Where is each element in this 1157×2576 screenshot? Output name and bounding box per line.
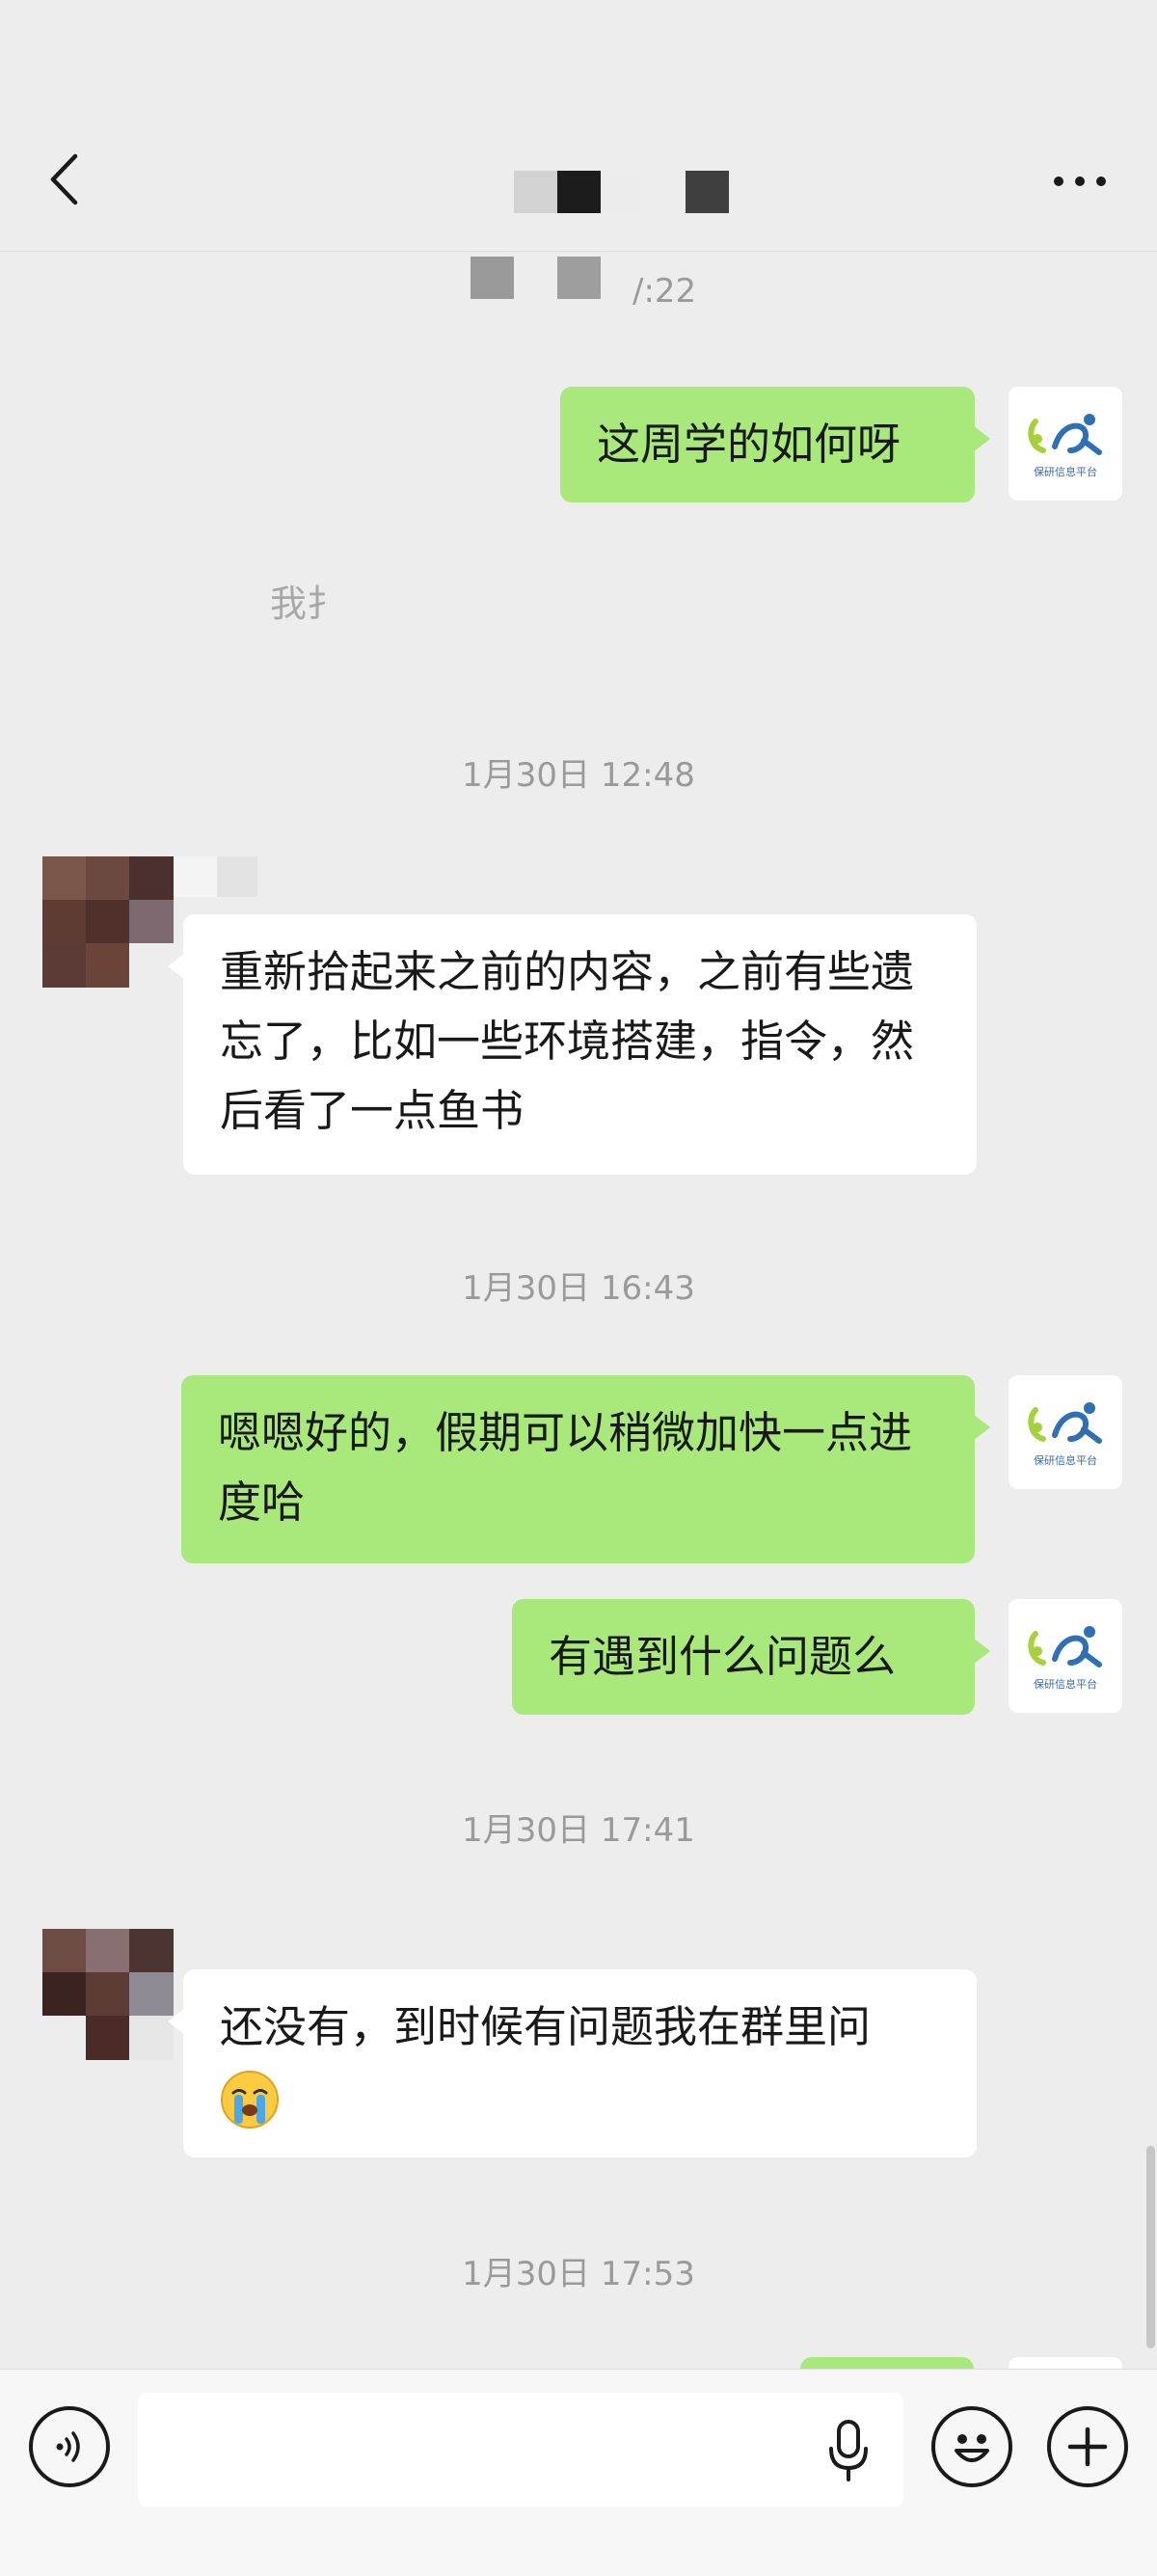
timestamp: 1月30日 17:41 <box>462 1811 695 1850</box>
voice-icon <box>56 2431 80 2462</box>
timestamp: 1月30日 16:43 <box>462 1269 695 1308</box>
recalled-message-hint: 我扌 <box>270 583 344 625</box>
message-input[interactable] <box>138 2393 903 2507</box>
my-avatar[interactable]: 保研信息平台 <box>1009 387 1122 501</box>
my-avatar[interactable]: 保研信息平台 <box>1009 1375 1122 1489</box>
message-text: 有遇到什么问题么 <box>549 1631 897 1682</box>
avatar-caption: 保研信息平台 <box>1034 466 1097 478</box>
timestamp: 1月30日 12:48 <box>462 756 695 795</box>
message-text: 这周学的如何呀 <box>597 419 901 470</box>
contact-message-bubble[interactable]: 重新拾起来之前的内容，之前有些遗忘了，比如一些环境搭建，指令，然后看了一点鱼书 <box>168 914 977 1175</box>
logo-icon <box>1028 1626 1102 1668</box>
message-text: 重新拾起来之前的内容，之前有些遗忘了，比如一些环境搭建，指令，然后看了一点鱼书 <box>220 946 915 1136</box>
message-text: 嗯嗯好的，假期可以稍微加快一点进度哈 <box>218 1407 913 1528</box>
my-message-bubble[interactable]: 这周学的如何呀 <box>560 387 990 502</box>
input-bar <box>0 2369 1157 2576</box>
plus-button[interactable] <box>1047 2406 1128 2487</box>
contact-message-bubble[interactable]: 还没有，到时候有问题我在群里问 <box>168 1969 977 2157</box>
voice-button[interactable] <box>29 2406 110 2487</box>
more-options-button[interactable] <box>1041 154 1118 208</box>
avatar-caption: 保研信息平台 <box>1034 1678 1097 1691</box>
avatar-caption: 保研信息平台 <box>1034 1454 1097 1467</box>
logo-icon <box>1028 1402 1102 1444</box>
back-button[interactable] <box>39 145 89 214</box>
message-text: 还没有，到时候有问题我在群里问 <box>220 2001 872 2052</box>
crying-face-icon <box>221 2071 279 2129</box>
my-message-bubble[interactable]: 嗯嗯好的，假期可以稍微加快一点进度哈 <box>181 1375 990 1563</box>
contact-avatar[interactable] <box>42 856 174 988</box>
logo-icon <box>1028 414 1102 455</box>
chevron-left-icon <box>50 153 78 205</box>
scrollbar[interactable] <box>1146 2146 1155 2348</box>
my-avatar[interactable]: 保研信息平台 <box>1009 1599 1122 1713</box>
contact-avatar[interactable] <box>42 1929 174 2060</box>
partial-timestamp-text: /:22 <box>632 272 697 311</box>
smiley-icon <box>955 2434 989 2462</box>
chat-header <box>0 0 1157 252</box>
emoji-button[interactable] <box>931 2406 1012 2487</box>
ellipsis-icon <box>1054 176 1106 186</box>
my-message-bubble[interactable]: 有遇到什么问题么 <box>512 1599 990 1715</box>
plus-icon <box>1067 2427 1108 2467</box>
timestamp: 1月30日 17:53 <box>462 2255 695 2293</box>
microphone-icon[interactable] <box>825 2416 872 2485</box>
